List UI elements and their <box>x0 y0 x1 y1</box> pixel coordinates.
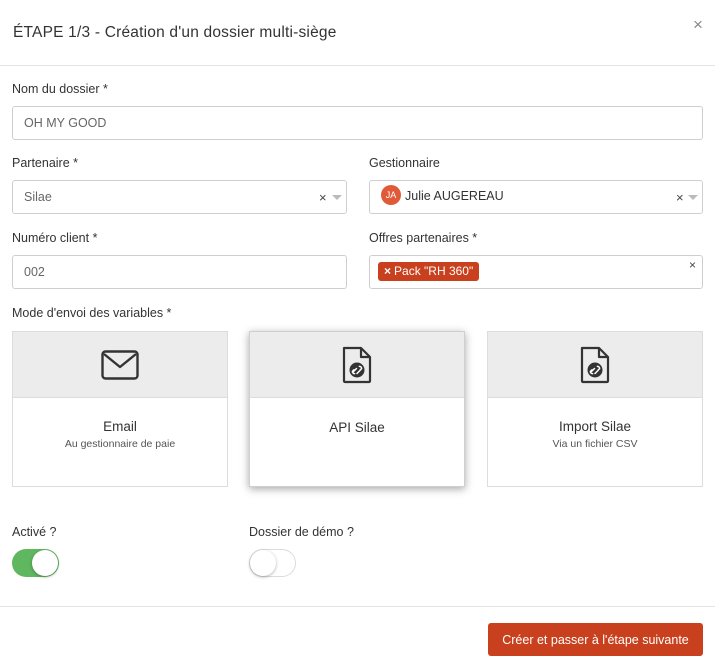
card-header <box>250 332 464 398</box>
close-icon[interactable]: × <box>690 16 706 34</box>
tag-remove-icon[interactable]: × <box>384 264 391 278</box>
partner-label: Partenaire * <box>12 156 79 170</box>
document-link-icon <box>580 346 610 384</box>
manager-label: Gestionnaire <box>369 156 440 170</box>
partner-value: Silae <box>24 190 52 204</box>
offer-tag-label: Pack "RH 360" <box>394 264 474 278</box>
manager-clear-icon[interactable]: × <box>676 191 684 205</box>
send-mode-import-card[interactable]: Import Silae Via un fichier CSV <box>487 331 703 487</box>
demo-label: Dossier de démo ? <box>249 525 354 539</box>
card-header <box>13 332 227 398</box>
offers-clear-icon[interactable]: × <box>689 258 696 272</box>
avatar: JA <box>381 185 401 205</box>
partner-select[interactable]: Silae <box>12 180 347 214</box>
active-label: Activé ? <box>12 525 57 539</box>
demo-toggle[interactable] <box>249 549 296 577</box>
chevron-down-icon[interactable] <box>688 195 698 200</box>
modal-title: ÉTAPE 1/3 - Création d'un dossier multi-… <box>13 24 337 41</box>
send-mode-api-card[interactable]: API Silae <box>249 331 465 487</box>
modal-header: ÉTAPE 1/3 - Création d'un dossier multi-… <box>0 0 715 66</box>
toggle-knob <box>32 550 58 576</box>
card-subtitle: Au gestionnaire de paie <box>64 438 176 450</box>
create-next-step-button[interactable]: Créer et passer à l'étape suivante <box>488 623 703 656</box>
card-title: Import Silae <box>558 419 632 434</box>
document-link-icon <box>342 346 372 384</box>
client-number-label: Numéro client * <box>12 231 98 245</box>
chevron-down-icon[interactable] <box>332 195 342 200</box>
partner-clear-icon[interactable]: × <box>319 191 327 205</box>
partner-offers-label: Offres partenaires * <box>369 231 478 245</box>
envelope-icon <box>101 350 139 380</box>
card-header <box>488 332 702 398</box>
send-mode-label: Mode d'envoi des variables * <box>12 306 172 320</box>
folder-name-label: Nom du dossier * <box>12 82 108 96</box>
toggle-knob <box>250 550 276 576</box>
client-number-input[interactable]: 002 <box>12 255 347 289</box>
card-subtitle: Via un fichier CSV <box>552 438 638 450</box>
folder-name-input[interactable]: OH MY GOOD <box>12 106 703 140</box>
card-title: Email <box>103 419 137 434</box>
card-title: API Silae <box>329 420 385 435</box>
offer-tag[interactable]: × Pack "RH 360" <box>378 262 480 281</box>
send-mode-email-card[interactable]: Email Au gestionnaire de paie <box>12 331 228 487</box>
manager-value: Julie AUGEREAU <box>405 189 504 203</box>
active-toggle[interactable] <box>12 549 59 577</box>
